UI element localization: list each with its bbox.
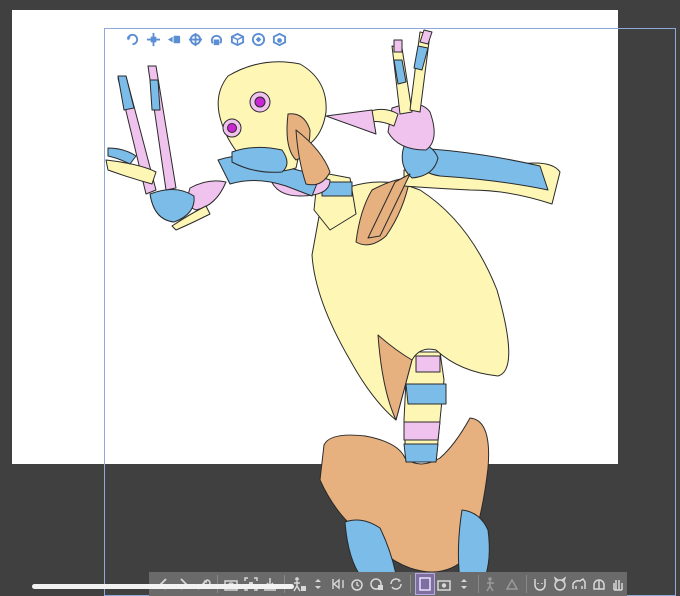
object-rotate-view-icon[interactable]	[250, 31, 267, 48]
workspace	[0, 0, 680, 596]
register-material-icon[interactable]	[415, 573, 435, 595]
pelvis-blue	[457, 509, 490, 581]
head-icon[interactable]	[551, 574, 569, 594]
hand-gesture-icon[interactable]	[610, 574, 628, 594]
gesture-icon[interactable]	[503, 574, 521, 594]
lock-joint-icon[interactable]	[483, 574, 501, 594]
hand-icon[interactable]	[590, 574, 608, 594]
height-icon[interactable]	[368, 574, 386, 594]
object-launcher-toolbar	[124, 31, 288, 51]
camera-rotate-icon[interactable]	[124, 31, 141, 48]
vertebra	[405, 383, 447, 405]
left-finger-tip	[393, 39, 403, 53]
right-finger	[117, 75, 135, 111]
snapshot-icon[interactable]	[436, 574, 454, 594]
eye	[254, 96, 266, 108]
object-rotate-icon[interactable]	[208, 31, 225, 48]
face-icon[interactable]	[531, 574, 549, 594]
right-finger	[149, 79, 161, 111]
object-rotate-3d-icon[interactable]	[229, 31, 246, 48]
arm-cone	[325, 109, 377, 135]
reset-rotation-icon[interactable]	[329, 574, 347, 594]
vertebra	[415, 355, 441, 373]
skeleton-3d-model[interactable]	[0, 0, 680, 596]
toolbar-separator	[525, 575, 527, 593]
animal-icon[interactable]	[570, 574, 588, 594]
expand-icon[interactable]	[455, 574, 473, 594]
eye	[227, 123, 237, 133]
toolbar-separator	[477, 575, 479, 593]
toolbar-separator	[410, 575, 411, 593]
vertebra	[403, 421, 441, 441]
camera-zoom-icon[interactable]	[166, 31, 183, 48]
capture-icon[interactable]	[388, 574, 406, 594]
object-scale-icon[interactable]	[271, 31, 288, 48]
up-down-icon[interactable]	[309, 574, 327, 594]
home-indicator[interactable]	[32, 584, 294, 589]
camera-move-icon[interactable]	[145, 31, 162, 48]
object-move-icon[interactable]	[187, 31, 204, 48]
vertebra	[403, 443, 439, 463]
flip-icon[interactable]	[349, 574, 367, 594]
